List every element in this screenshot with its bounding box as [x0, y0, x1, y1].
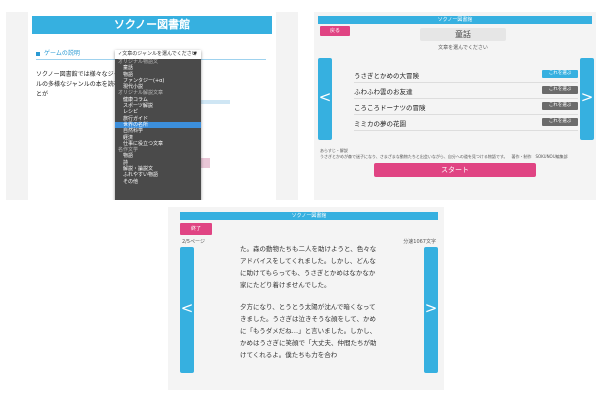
story-row: ミミカの夢の花園 これを選ぶ [354, 116, 578, 131]
story-row: ころころドーナツの冒険 これを選ぶ [354, 100, 578, 115]
section-heading: ゲームの説明 [36, 48, 80, 57]
game-description: ソクノー図書館では様々なジャンルの多様なジャンルの本を読むことが [36, 71, 126, 98]
chevron-right-icon: > [580, 88, 594, 106]
start-button[interactable]: スタート [374, 163, 536, 177]
chevron-down-icon: ▼ [193, 51, 197, 57]
reading-text: た。森の動物たちも二人を助けようと、色々なアドバイスをしてくれました。しかし、ど… [240, 243, 380, 371]
next-page-button[interactable]: > [424, 247, 438, 373]
page-title: ソクノー図書館 [180, 212, 438, 220]
choose-story-button[interactable]: これを選ぶ [542, 70, 578, 78]
dropdown-selected[interactable]: ✓文章のジャンルを選んでください ▼ [115, 50, 201, 59]
choose-story-button[interactable]: これを選ぶ [542, 86, 578, 94]
prev-page-button[interactable]: < [180, 247, 194, 373]
chevron-right-icon: > [424, 299, 438, 317]
story-row: うさぎとかめの大冒険 これを選ぶ [354, 68, 578, 83]
dropdown-options: オリジナル物語文 童話 物語 ファンタジー(+α) 現代小説 オリジナル解説文章 健康コラム… [115, 59, 201, 185]
partially-hidden-element [200, 100, 230, 104]
chevron-left-icon: < [180, 299, 194, 317]
paragraph: た。森の動物たちも二人を助けようと、色々なアドバイスをしてくれました。しかし、ど… [240, 245, 377, 289]
genre-label: 童話 [420, 28, 506, 41]
story-title: ふわふわ雲のお友達 [354, 88, 413, 96]
story-notes: あらすじ・解説 うさぎとかめが森で迷子になり、さまざまな動物たちと出会いながら、… [320, 148, 588, 160]
end-button[interactable]: 終了 [180, 223, 212, 235]
story-title: うさぎとかめの大冒険 [354, 72, 419, 80]
page-title: ソクノー図書館 [318, 16, 592, 24]
prompt-text: 文章を選んでください [438, 45, 488, 51]
reading-screen: ソクノー図書館 終了 2/5ページ 分速1067文字 < > た。森の動物たちも… [168, 207, 444, 390]
genre-select-screen: ソクノー図書館 ゲームの説明 ソクノー図書館では様々なジャンルの多様なジャンルの… [6, 12, 298, 200]
prev-button[interactable]: < [318, 58, 332, 140]
chevron-left-icon: < [318, 88, 332, 106]
page-title: ソクノー図書館 [32, 16, 272, 34]
story-title: ミミカの夢の花園 [354, 120, 406, 128]
next-button[interactable]: > [580, 58, 594, 140]
dropdown-selected-label: ✓文章のジャンルを選んでください [118, 51, 197, 57]
dropdown-option[interactable]: その他 [115, 179, 201, 185]
choose-story-button[interactable]: これを選ぶ [542, 118, 578, 126]
paragraph: 夕方になり、とうとう太陽が沈んで暗くなってきました。うさぎは泣きそうな顔をして、… [240, 303, 377, 359]
partially-hidden-element [200, 158, 210, 168]
story-row: ふわふわ雲のお友達 これを選ぶ [354, 84, 578, 99]
genre-dropdown[interactable]: ✓文章のジャンルを選んでください ▼ オリジナル物語文 童話 物語 ファンタジー(+α… [115, 50, 201, 200]
page-indicator: 2/5ページ [182, 239, 205, 245]
story-select-screen: ソクノー図書館 戻る 童話 文章を選んでください < > うさぎとかめの大冒険こ… [314, 12, 596, 200]
back-button[interactable]: 戻る [320, 26, 350, 36]
story-note-body: うさぎとかめが森で迷子になり、さまざまな動物たちと出会いながら、自分への道を見つ… [320, 154, 568, 159]
reading-speed: 分速1067文字 [403, 239, 436, 245]
section-title: ゲームの説明 [44, 50, 80, 57]
story-title: ころころドーナツの冒険 [354, 104, 426, 112]
square-bullet-icon [36, 51, 40, 56]
choose-story-button[interactable]: これを選ぶ [542, 102, 578, 110]
